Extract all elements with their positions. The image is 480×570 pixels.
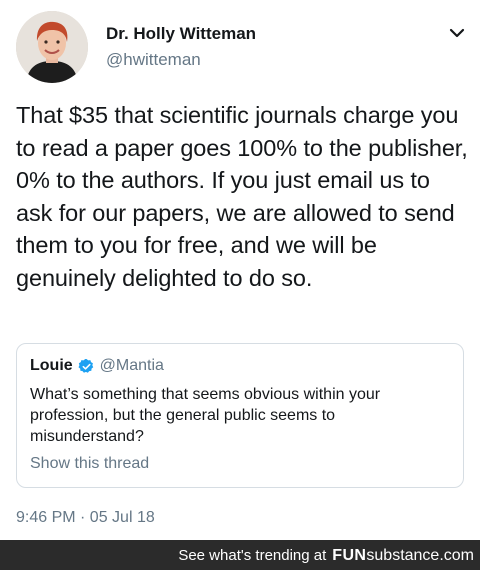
brand-fun: FUN [332,547,367,564]
quoted-author-handle: @Mantia [99,357,164,374]
tweet-card: Dr. Holly Witteman @hwitteman That $35 t… [0,0,480,540]
tweet-timestamp[interactable]: 9:46 PM · 05 Jul 18 [16,509,155,527]
watermark-text: See what's trending at FUN substance .co… [178,547,474,565]
tweet-text: That $35 that scientific journals charge… [16,102,468,291]
quoted-author-name: Louie [30,357,73,374]
brand-substance: substance [366,547,440,564]
quoted-tweet-text: What’s something that seems obvious with… [30,386,381,445]
show-thread-link[interactable]: Show this thread [30,455,149,473]
watermark-footer: See what's trending at FUN substance .co… [0,540,480,570]
trending-text: See what's trending at [178,547,327,564]
quoted-tweet[interactable]: Louie @Mantia What’s something that seem… [16,343,464,488]
avatar[interactable] [16,11,88,83]
brand-domain: .com [439,547,474,564]
verified-badge-icon [78,358,93,373]
author-display-name[interactable]: Dr. Holly Witteman [106,24,256,44]
profile-photo-icon [16,11,88,83]
author-handle[interactable]: @hwitteman [106,50,201,70]
chevron-down-icon [449,28,465,38]
tweet-menu-button[interactable] [446,22,468,44]
quoted-tweet-header: Louie @Mantia [30,357,164,375]
